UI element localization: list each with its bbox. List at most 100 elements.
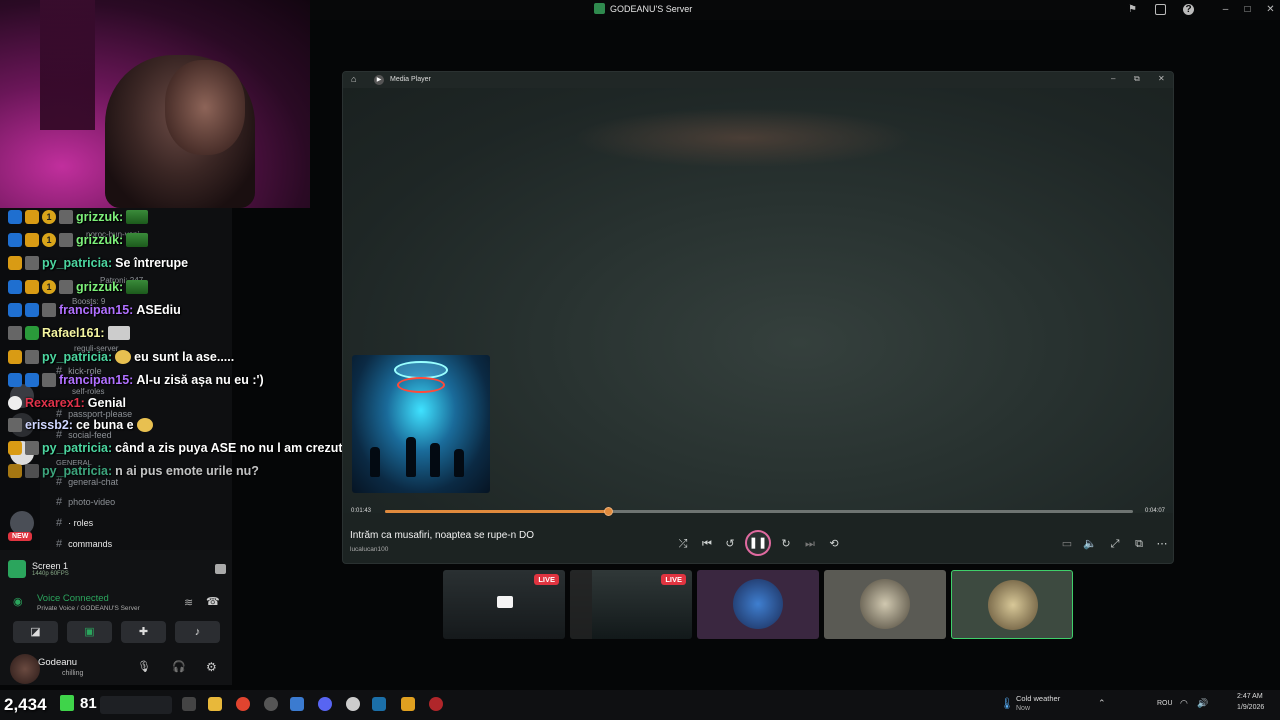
badge-icon bbox=[25, 303, 39, 317]
badge-icon bbox=[25, 373, 39, 387]
live-badge: LIVE bbox=[661, 574, 686, 585]
headphones-icon[interactable]: 🎧 bbox=[172, 660, 186, 673]
channel-item[interactable]: self-roles bbox=[72, 387, 104, 396]
channel-item[interactable]: # photo-video bbox=[56, 496, 115, 508]
voice-location[interactable]: Private Voice / GODEANU'S Server bbox=[37, 605, 140, 612]
inbox-icon[interactable] bbox=[1155, 4, 1166, 15]
participant-tile-speaking[interactable] bbox=[951, 570, 1073, 639]
seek-thumb[interactable] bbox=[603, 507, 613, 516]
subtitles-icon[interactable]: ▭ bbox=[1059, 536, 1075, 552]
crown-icon bbox=[8, 464, 22, 478]
channel-label: commands bbox=[68, 539, 113, 549]
chat-text: ce buna e bbox=[75, 418, 134, 432]
minimize-icon[interactable]: – bbox=[1220, 4, 1231, 15]
app-icon-r[interactable] bbox=[401, 697, 415, 711]
camera-button[interactable]: ◪ bbox=[13, 621, 58, 643]
crown-icon bbox=[25, 280, 39, 294]
webcam-shelf bbox=[40, 0, 95, 130]
close-icon[interactable]: ✕ bbox=[1158, 74, 1165, 83]
level-badge-icon: 1 bbox=[42, 280, 56, 294]
emoji-icon bbox=[136, 418, 153, 432]
forward-30-icon[interactable]: ↻ bbox=[778, 536, 794, 552]
stream-tile[interactable]: LIVE bbox=[570, 570, 692, 639]
participant-tile[interactable] bbox=[824, 570, 946, 639]
media-player-window: ⌂ ▶ Media Player – ⧉ ✕ 0:01:43 0:04:07 I… bbox=[342, 71, 1174, 564]
emote-icon bbox=[126, 280, 149, 294]
avatar bbox=[733, 579, 783, 629]
wifi-icon[interactable]: ◠ bbox=[1180, 698, 1188, 709]
badge-icon bbox=[8, 303, 22, 317]
maximize-icon[interactable]: □ bbox=[1242, 4, 1253, 15]
chat-message: francipan15: ASEdiu bbox=[8, 303, 181, 317]
video-blur-highlight bbox=[573, 108, 913, 168]
weather-title[interactable]: Cold weather bbox=[1016, 694, 1060, 703]
crown-icon bbox=[25, 210, 39, 224]
previous-icon[interactable]: ⏮ bbox=[699, 536, 715, 552]
brave-browser-icon[interactable] bbox=[236, 697, 250, 711]
emoji-icon bbox=[115, 350, 132, 364]
microphone-icon[interactable]: 🎙 bbox=[137, 660, 151, 673]
crown-icon bbox=[8, 441, 22, 455]
crown-icon bbox=[8, 256, 22, 270]
clock-time[interactable]: 2:47 AM bbox=[1237, 693, 1263, 700]
chat-username: py_patricia: bbox=[42, 256, 113, 270]
restore-icon[interactable]: ⧉ bbox=[1134, 74, 1140, 84]
channel-label: general-chat bbox=[68, 477, 119, 487]
soundboard-button[interactable]: ♪ bbox=[175, 621, 220, 643]
more-options-icon[interactable]: ⋯ bbox=[1154, 536, 1170, 552]
store-icon[interactable] bbox=[290, 697, 304, 711]
disconnect-icon[interactable]: ☎ bbox=[206, 595, 220, 608]
chat-text: când a zis puya ASE no nu l am crezut bbox=[115, 441, 343, 455]
channel-item[interactable]: # commands bbox=[56, 538, 112, 550]
miniplayer-icon[interactable]: ⧉ bbox=[1131, 536, 1147, 552]
shuffle-icon[interactable]: ⤮ bbox=[675, 536, 691, 552]
task-view-icon[interactable] bbox=[182, 697, 196, 711]
avatar[interactable] bbox=[10, 654, 40, 684]
clock-date[interactable]: 1/9/2026 bbox=[1237, 704, 1264, 711]
language-indicator[interactable]: ROU bbox=[1157, 700, 1173, 707]
stop-share-icon[interactable] bbox=[215, 564, 226, 574]
chat-text: Al-u zisă așa nu eu :') bbox=[136, 373, 264, 387]
noise-suppression-icon[interactable]: ≋ bbox=[184, 596, 193, 609]
file-explorer-icon[interactable] bbox=[208, 697, 222, 711]
home-icon[interactable]: ⌂ bbox=[351, 74, 356, 84]
voice-status[interactable]: Voice Connected bbox=[37, 593, 109, 604]
username[interactable]: Godeanu bbox=[38, 657, 77, 668]
taskbar-search[interactable] bbox=[100, 696, 172, 714]
chat-message: Rafael161: bbox=[8, 326, 130, 340]
hash-icon: # bbox=[56, 496, 63, 508]
activities-button[interactable]: ✚ bbox=[121, 621, 166, 643]
screen-share-row[interactable]: Screen 1 1440p 60FPS bbox=[8, 558, 226, 580]
help-icon[interactable]: ? bbox=[1183, 4, 1194, 15]
stream-tile[interactable]: LIVE bbox=[443, 570, 565, 639]
repeat-off-icon[interactable]: ⟲ bbox=[826, 536, 842, 552]
volume-icon[interactable]: 🔈 bbox=[1082, 536, 1098, 552]
badge-icon bbox=[8, 233, 22, 247]
opera-icon[interactable] bbox=[429, 697, 443, 711]
next-icon[interactable]: ⏭ bbox=[802, 536, 818, 552]
flag-icon[interactable]: ⚑ bbox=[1127, 4, 1138, 15]
seek-bar[interactable] bbox=[385, 507, 1133, 516]
camera-icon bbox=[25, 464, 39, 478]
rewind-10-icon[interactable]: ↺ bbox=[722, 536, 738, 552]
settings-gear-icon[interactable]: ⚙ bbox=[206, 660, 217, 674]
album-art-figure bbox=[430, 443, 440, 477]
obs-icon[interactable] bbox=[346, 697, 360, 711]
discord-icon[interactable] bbox=[318, 697, 332, 711]
camera-icon bbox=[8, 326, 22, 340]
fullscreen-icon[interactable]: ⤢ bbox=[1107, 536, 1123, 552]
signal-icon[interactable]: ◉ bbox=[13, 595, 27, 609]
speaker-icon[interactable]: 🔊 bbox=[1197, 698, 1208, 709]
close-icon[interactable]: ✕ bbox=[1265, 4, 1276, 15]
share-screen-button[interactable]: ▣ bbox=[67, 621, 112, 643]
steam-icon[interactable] bbox=[372, 697, 386, 711]
weather-sub[interactable]: Now bbox=[1016, 705, 1030, 712]
minimize-icon[interactable]: – bbox=[1111, 74, 1115, 83]
app-icon[interactable] bbox=[264, 697, 278, 711]
participant-tile[interactable] bbox=[697, 570, 819, 639]
level-badge-icon: 1 bbox=[42, 233, 56, 247]
chevron-up-icon[interactable]: ⌃ bbox=[1098, 698, 1106, 709]
channel-item[interactable]: # · roles bbox=[56, 517, 93, 529]
pause-button[interactable]: ❚❚ bbox=[745, 530, 771, 556]
channel-label: photo-video bbox=[68, 497, 116, 507]
